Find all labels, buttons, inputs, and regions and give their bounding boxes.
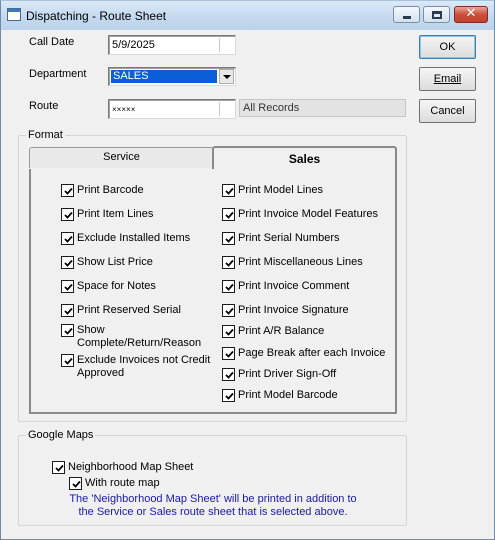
- minimize-icon: [403, 16, 411, 19]
- chevron-down-icon: [223, 75, 231, 79]
- option-label: Exclude Installed Items: [77, 232, 191, 244]
- option-label: Print Serial Numbers: [238, 232, 340, 244]
- option-label: Exclude Invoices not Credit Approved: [77, 354, 211, 379]
- with-route-map-label: With route map: [85, 477, 160, 489]
- checkmark-icon: [225, 328, 234, 336]
- checkmark-icon: [225, 235, 234, 243]
- option-label: Print Invoice Model Features: [238, 208, 379, 220]
- department-value: SALES: [111, 70, 217, 83]
- checkbox-box[interactable]: [222, 232, 235, 245]
- checkmark-icon: [225, 211, 234, 219]
- route-lookup[interactable]: [219, 102, 233, 116]
- checkmark-icon: [64, 187, 73, 195]
- window-title: Dispatching - Route Sheet: [26, 9, 167, 23]
- call-date-field[interactable]: 5/9/2025: [108, 35, 236, 55]
- checkmark-icon: [55, 464, 64, 472]
- option-label: Print Model Lines: [238, 184, 323, 196]
- checkbox-box[interactable]: [222, 184, 235, 197]
- tab-sales[interactable]: Sales: [212, 146, 397, 170]
- tab-service[interactable]: Service: [29, 147, 214, 168]
- call-date-value: 5/9/2025: [112, 39, 155, 51]
- checkmark-icon: [225, 283, 234, 291]
- option-label: Page Break after each Invoice: [238, 347, 386, 359]
- google-maps-group-caption: Google Maps: [26, 429, 96, 441]
- checkmark-icon: [64, 259, 73, 267]
- checkmark-icon: [225, 259, 234, 267]
- checkbox-box[interactable]: [222, 256, 235, 269]
- checkbox-box[interactable]: [222, 389, 235, 402]
- maximize-button[interactable]: [423, 6, 450, 23]
- checkbox-box[interactable]: [61, 256, 74, 269]
- option-label: Print Reserved Serial: [77, 304, 181, 316]
- email-button[interactable]: Email: [419, 67, 476, 91]
- option-label: Space for Notes: [77, 280, 156, 292]
- checkmark-icon: [64, 327, 73, 335]
- checkbox-box[interactable]: [61, 184, 74, 197]
- checkbox-box[interactable]: [222, 208, 235, 221]
- format-group-caption: Format: [26, 129, 65, 141]
- checkbox-box[interactable]: [69, 477, 82, 490]
- option-label: Show List Price: [77, 256, 153, 268]
- checkbox-box[interactable]: [222, 304, 235, 317]
- title-bar[interactable]: Dispatching - Route Sheet ✕: [1, 1, 494, 30]
- route-sheet-dialog: Dispatching - Route Sheet ✕ Call Date 5/…: [0, 0, 495, 540]
- neighborhood-map-label: Neighborhood Map Sheet: [68, 461, 194, 473]
- option-label: Print Model Barcode: [238, 389, 338, 401]
- cancel-button[interactable]: Cancel: [419, 99, 476, 123]
- checkbox-box[interactable]: [61, 304, 74, 317]
- maps-note-line-1: The 'Neighborhood Map Sheet' will be pri…: [69, 493, 357, 505]
- dialog-body: Call Date 5/9/2025 Department SALES Rout…: [8, 30, 487, 533]
- option-label: Print Invoice Signature: [238, 304, 349, 316]
- checkbox-box[interactable]: [61, 208, 74, 221]
- checkmark-icon: [225, 307, 234, 315]
- option-label: Print Barcode: [77, 184, 144, 196]
- department-dropdown-button[interactable]: [219, 69, 234, 84]
- route-value: ×××××: [112, 105, 136, 114]
- checkbox-box[interactable]: [61, 232, 74, 245]
- checkmark-icon: [64, 307, 73, 315]
- minimize-button[interactable]: [393, 6, 420, 23]
- checkmark-icon: [64, 211, 73, 219]
- route-label: Route: [29, 100, 59, 112]
- checkbox-box[interactable]: [61, 354, 74, 367]
- route-description: All Records: [239, 99, 406, 117]
- maps-note: The 'Neighborhood Map Sheet' will be pri…: [38, 493, 388, 519]
- checkmark-icon: [64, 235, 73, 243]
- ok-button[interactable]: OK: [419, 35, 476, 59]
- option-label: Print Invoice Comment: [238, 280, 350, 292]
- checkbox-box[interactable]: [61, 280, 74, 293]
- email-button-label: Email: [433, 73, 462, 85]
- checkbox-box[interactable]: [222, 325, 235, 338]
- option-label: Show Complete/Return/Reason: [77, 324, 202, 349]
- checkmark-icon: [225, 350, 234, 358]
- app-window-icon: [7, 8, 21, 21]
- checkmark-icon: [225, 187, 234, 195]
- checkbox-box[interactable]: [222, 368, 235, 381]
- checkbox-box[interactable]: [222, 280, 235, 293]
- checkmark-icon: [225, 392, 234, 400]
- maps-note-line-2: the Service or Sales route sheet that is…: [78, 506, 348, 518]
- department-select[interactable]: SALES: [108, 67, 236, 86]
- call-date-label: Call Date: [29, 36, 75, 48]
- checkbox-box[interactable]: [61, 324, 74, 337]
- checkbox-box[interactable]: [52, 461, 65, 474]
- maximize-icon: [432, 11, 442, 19]
- checkmark-icon: [225, 371, 234, 379]
- close-button[interactable]: ✕: [454, 6, 488, 23]
- option-label: Print Driver Sign-Off: [238, 368, 337, 380]
- checkmark-icon: [64, 283, 73, 291]
- checkmark-icon: [72, 480, 81, 488]
- department-label: Department: [29, 68, 87, 80]
- route-field[interactable]: ×××××: [108, 99, 236, 119]
- checkmark-icon: [64, 357, 73, 365]
- checkbox-box[interactable]: [222, 347, 235, 360]
- option-label: Print A/R Balance: [238, 325, 325, 337]
- option-label: Print Miscellaneous Lines: [238, 256, 363, 268]
- option-label: Print Item Lines: [77, 208, 154, 220]
- call-date-picker[interactable]: [219, 38, 233, 52]
- close-icon: ✕: [465, 6, 477, 21]
